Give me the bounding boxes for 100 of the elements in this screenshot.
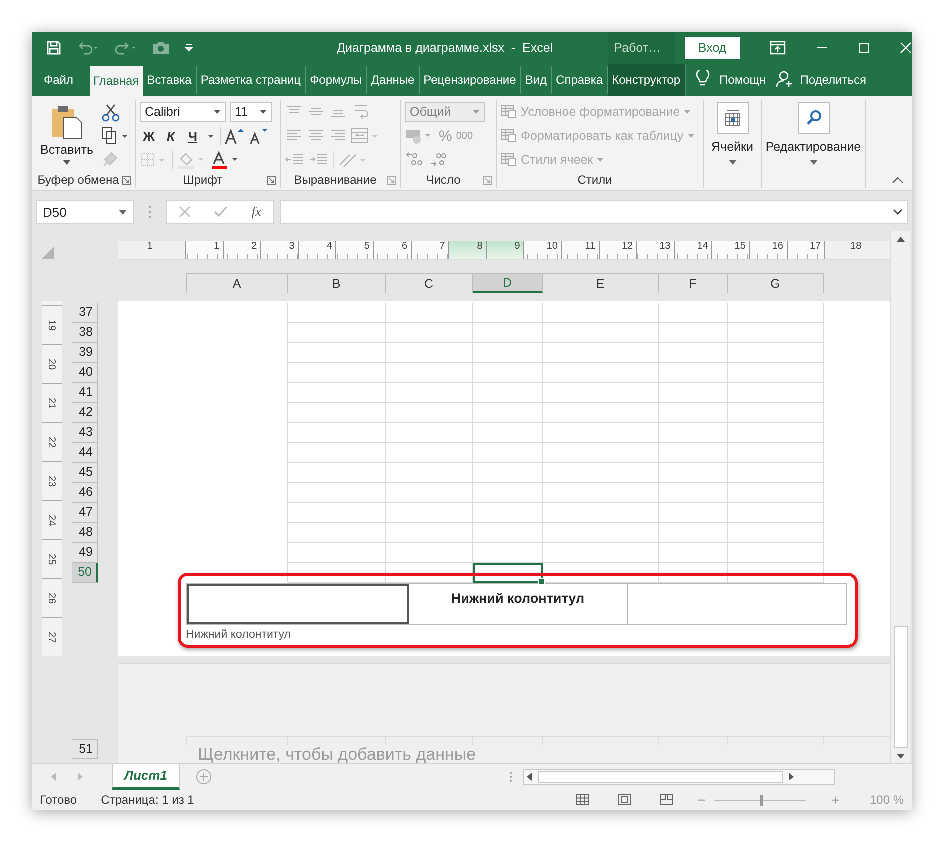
grid-cell[interactable] [288, 303, 386, 323]
lightbulb-icon[interactable] [696, 70, 710, 88]
column-header[interactable]: D [473, 273, 543, 293]
ribbon-tab[interactable]: Вставка [143, 66, 197, 94]
underline-button[interactable]: Ч [184, 126, 202, 146]
save-icon[interactable] [46, 40, 62, 56]
grid-cell[interactable] [288, 543, 386, 563]
caret-icon[interactable] [214, 110, 221, 114]
paste-button[interactable]: Вставить [36, 100, 98, 165]
grid-cell[interactable] [728, 303, 824, 323]
font-name-field[interactable]: Calibri [140, 102, 226, 122]
grid-cell[interactable] [543, 423, 659, 443]
scroll-thumb[interactable] [538, 771, 783, 783]
grid-cell[interactable] [728, 483, 824, 503]
help-tab[interactable]: Помощн [710, 66, 766, 94]
grid-cell[interactable] [473, 503, 543, 523]
expand-icon[interactable] [893, 209, 903, 215]
grid-cell[interactable] [473, 303, 543, 323]
font-size-field[interactable]: 11 [230, 102, 272, 122]
grid-cell[interactable] [473, 423, 543, 443]
scroll-left-icon[interactable] [527, 773, 532, 781]
cells-button[interactable]: Ячейки [712, 100, 754, 165]
ribbon-tab[interactable]: Разметка страниц [196, 66, 306, 94]
grid-cell[interactable] [728, 423, 824, 443]
share-person-icon[interactable] [776, 70, 794, 88]
ribbon-tab[interactable]: Конструктор [608, 64, 686, 96]
align-left-icon[interactable] [285, 129, 303, 143]
grid-cell[interactable] [543, 323, 659, 343]
grid-cell[interactable] [728, 443, 824, 463]
grid-cell[interactable] [473, 443, 543, 463]
camera-icon[interactable] [152, 40, 170, 56]
row-header[interactable]: 40 [72, 363, 98, 383]
grid-cell[interactable] [659, 483, 728, 503]
grid-cell[interactable] [386, 483, 473, 503]
maximize-icon[interactable] [858, 42, 870, 54]
grid-cell[interactable] [386, 343, 473, 363]
grid-cell[interactable] [288, 523, 386, 543]
grid-cell[interactable] [288, 363, 386, 383]
grid-cell[interactable] [659, 523, 728, 543]
previous-sheet-icon[interactable] [50, 773, 58, 781]
grid-cell[interactable] [473, 363, 543, 383]
vertical-scrollbar[interactable] [890, 231, 910, 763]
grid-cell[interactable] [288, 503, 386, 523]
grid-cell[interactable] [288, 323, 386, 343]
column-header[interactable]: B [288, 273, 386, 293]
dialog-launcher-icon[interactable] [122, 176, 131, 185]
column-header[interactable]: F [659, 273, 728, 293]
splitter-icon[interactable] [509, 771, 513, 783]
column-header[interactable]: A [186, 273, 288, 293]
redo-icon[interactable] [114, 40, 138, 56]
close-icon[interactable] [900, 42, 912, 54]
grid-cell[interactable] [728, 323, 824, 343]
grid-cell[interactable] [543, 523, 659, 543]
row-header[interactable]: 44 [72, 443, 98, 463]
row-header[interactable]: 50 [72, 563, 98, 583]
grid-cell[interactable] [288, 403, 386, 423]
grid-cell[interactable] [659, 503, 728, 523]
grid-cell[interactable] [386, 463, 473, 483]
row-header[interactable]: 42 [72, 403, 98, 423]
row-header[interactable]: 38 [72, 323, 98, 343]
grid-cell[interactable] [473, 323, 543, 343]
grid-cell[interactable] [473, 463, 543, 483]
align-right-icon[interactable] [329, 129, 347, 143]
italic-button[interactable]: К [162, 126, 180, 146]
grid-cell[interactable] [543, 343, 659, 363]
grid-cell[interactable] [728, 543, 824, 563]
dialog-launcher-icon[interactable] [387, 176, 396, 185]
grid-cell[interactable] [288, 563, 386, 583]
grow-font-icon[interactable] [225, 127, 245, 145]
column-header[interactable]: C [386, 273, 473, 293]
slider-thumb[interactable] [760, 794, 763, 806]
grid-cell[interactable] [288, 423, 386, 443]
grid-cell[interactable] [659, 443, 728, 463]
column-header[interactable]: E [543, 273, 659, 293]
row-header[interactable]: 45 [72, 463, 98, 483]
align-center-icon[interactable] [307, 129, 325, 143]
grid-cell[interactable] [728, 503, 824, 523]
grid-cell[interactable] [728, 563, 824, 583]
select-all-icon[interactable] [42, 247, 54, 259]
decrease-decimal-icon[interactable] [429, 151, 449, 169]
increase-indent-icon[interactable] [309, 153, 329, 167]
grid-cell[interactable] [473, 403, 543, 423]
grid-cell[interactable] [659, 343, 728, 363]
scroll-thumb[interactable] [894, 626, 908, 748]
bold-button[interactable]: Ж [140, 126, 158, 146]
grid-cell[interactable] [543, 543, 659, 563]
merge-cells-icon[interactable] [351, 128, 379, 144]
fill-handle[interactable] [538, 578, 545, 585]
grid-cell[interactable] [288, 443, 386, 463]
row-header[interactable]: 49 [72, 543, 98, 563]
grid-cell[interactable] [386, 323, 473, 343]
sheet-tab[interactable]: Лист1 [112, 764, 180, 790]
row-header[interactable]: 43 [72, 423, 98, 443]
grid-cell[interactable] [386, 423, 473, 443]
scissors-icon[interactable] [102, 104, 120, 122]
dialog-launcher-icon[interactable] [483, 176, 492, 185]
row-header[interactable]: 51 [72, 739, 98, 759]
grid-cell[interactable] [659, 383, 728, 403]
shrink-font-icon[interactable] [249, 127, 269, 145]
scroll-up-icon[interactable] [896, 237, 904, 242]
